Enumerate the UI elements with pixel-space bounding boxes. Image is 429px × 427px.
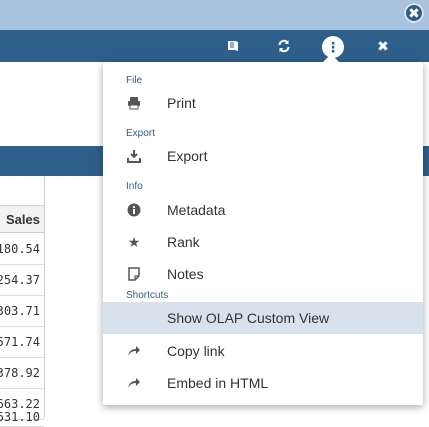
close-icon[interactable]: ✖ (371, 30, 395, 62)
menu-item-notes[interactable]: Notes (103, 258, 423, 290)
menu-item-label: Copy link (167, 343, 225, 359)
menu-item-rank[interactable]: ★ Rank (103, 226, 423, 258)
section-label-export: Export (126, 128, 155, 139)
menu-item-label: Embed in HTML (167, 375, 269, 391)
close-circle-icon[interactable]: ✖ (404, 3, 424, 23)
menu-item-label: Show OLAP Custom View (167, 310, 330, 326)
table-cell: 378.92 (0, 358, 44, 389)
dropdown-menu: File Print Export Export Info Metadata ★… (103, 54, 423, 405)
star-icon: ★ (127, 233, 141, 250)
download-icon (126, 148, 142, 164)
window-title-bar: ✖ (0, 0, 429, 30)
table-cell: 571.74 (0, 327, 44, 358)
note-icon (126, 266, 142, 282)
menu-item-copy-link[interactable]: Copy link (103, 335, 423, 367)
menu-item-label: Rank (167, 234, 200, 250)
share-arrow-icon (126, 375, 142, 391)
share-arrow-icon (126, 343, 142, 359)
menu-item-metadata[interactable]: Metadata (103, 194, 423, 226)
section-label-shortcuts: Shortcuts (126, 290, 169, 301)
table-cell: 254.37 (0, 265, 44, 296)
menu-item-label: Print (167, 95, 196, 111)
menu-item-label: Metadata (167, 202, 226, 218)
column-header-sales[interactable]: Sales (0, 205, 44, 233)
table-cell: 180.54 (0, 234, 44, 265)
print-icon (126, 95, 142, 111)
menu-item-label: Export (167, 148, 208, 164)
menu-item-print[interactable]: Print (103, 87, 423, 119)
menu-item-label: Notes (167, 266, 204, 282)
info-icon (126, 202, 142, 218)
menu-item-export[interactable]: Export (103, 140, 423, 172)
section-label-file: File (126, 75, 143, 86)
table-cell: 303.71 (0, 296, 44, 327)
refresh-icon[interactable] (272, 30, 296, 62)
section-label-info: Info (126, 181, 143, 192)
book-icon[interactable] (221, 30, 245, 62)
menu-item-embed-in-html[interactable]: Embed in HTML (103, 367, 423, 399)
table-cell: 631.10 (0, 407, 44, 427)
menu-item-show-olap-custom-view[interactable]: Show OLAP Custom View (103, 302, 423, 334)
toolbar: ⋮ ✖ (0, 30, 429, 62)
